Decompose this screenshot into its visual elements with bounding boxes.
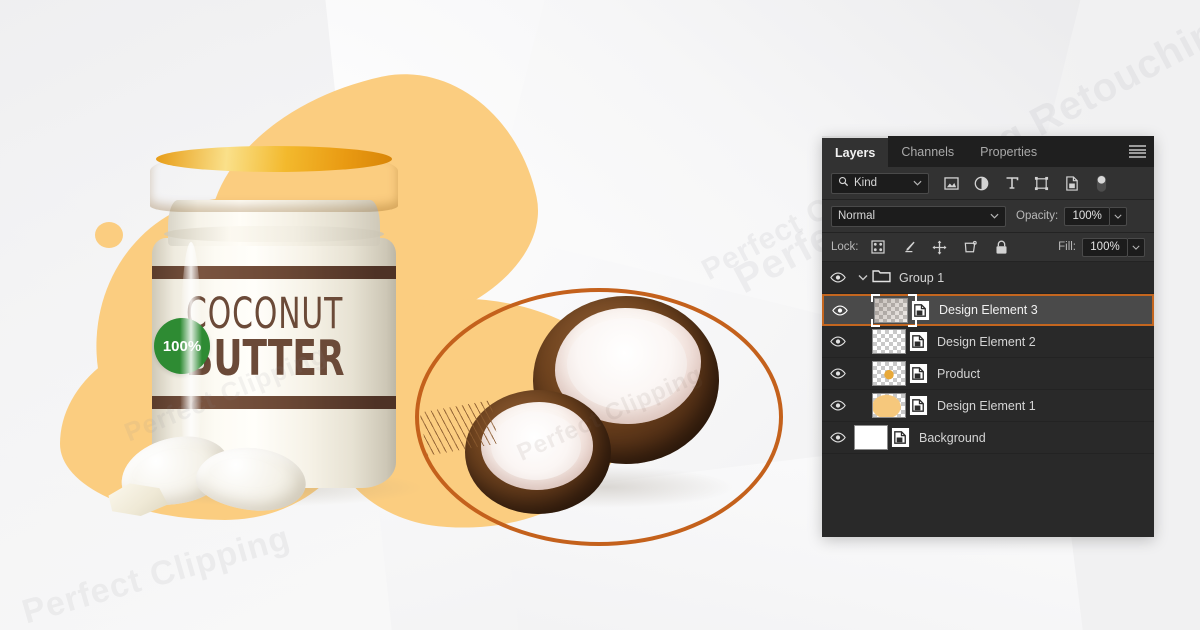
adjustment-layer-filter-icon[interactable] <box>973 175 990 192</box>
filter-type-icons <box>943 174 1110 192</box>
layer-name: Design Element 2 <box>937 334 1036 349</box>
smart-object-badge-icon <box>908 331 928 353</box>
blend-mode-select[interactable]: Normal <box>831 205 1006 227</box>
opacity-input[interactable]: 100% <box>1064 206 1111 226</box>
layer-thumbnail-wrap <box>854 425 910 450</box>
fill-label: Fill: <box>1058 241 1076 253</box>
visibility-toggle-eye-icon[interactable] <box>822 368 854 379</box>
visibility-toggle-eye-icon[interactable] <box>822 272 854 283</box>
layer-thumbnail-wrap <box>872 361 928 386</box>
filter-kind-label: Kind <box>854 177 878 189</box>
visibility-toggle-eye-icon[interactable] <box>822 432 854 443</box>
jar-label-band-top <box>152 266 396 279</box>
layer-thumbnail-wrap <box>872 393 928 418</box>
lock-row: Lock: Fill: 100% <box>822 233 1154 262</box>
hamburger-menu-icon[interactable] <box>1129 145 1146 158</box>
lock-icon-group <box>870 239 1010 255</box>
shape-layer-filter-icon[interactable] <box>1033 175 1050 192</box>
filter-kind-select[interactable]: Kind <box>831 172 929 194</box>
smart-object-filter-icon[interactable] <box>1063 175 1080 192</box>
fill-stepper-chevron-down-icon[interactable] <box>1128 237 1145 257</box>
search-icon <box>838 176 849 190</box>
folder-icon <box>872 268 891 288</box>
lock-position-icon[interactable] <box>932 239 948 255</box>
lock-label: Lock: <box>831 241 859 253</box>
visibility-toggle-eye-icon[interactable] <box>824 304 856 316</box>
layer-thumbnail <box>874 297 908 323</box>
layer-row-product[interactable]: Product <box>822 358 1154 390</box>
chevron-down-icon <box>913 177 922 189</box>
ellipse-annotation <box>415 288 783 546</box>
tab-properties[interactable]: Properties <box>967 136 1050 167</box>
opacity-label: Opacity: <box>1016 210 1059 222</box>
layer-row-design-element-1[interactable]: Design Element 1 <box>822 390 1154 422</box>
tab-layers[interactable]: Layers <box>822 136 889 167</box>
jar-label-band-bottom <box>152 396 396 409</box>
lock-image-pixels-icon[interactable] <box>901 239 917 255</box>
tab-channels[interactable]: Channels <box>888 136 967 167</box>
layer-thumbnail-wrap <box>872 329 928 354</box>
layers-panel: Layers Channels Properties Kind Normal O… <box>822 136 1154 537</box>
filter-toggle-switch-icon[interactable] <box>1093 174 1110 192</box>
layer-thumbnail <box>872 361 906 386</box>
blend-mode-row: Normal Opacity: 100% <box>822 200 1154 233</box>
smart-object-badge-icon <box>910 299 930 321</box>
layer-thumbnail <box>872 329 906 354</box>
coconut-halves-group <box>415 288 785 548</box>
type-layer-filter-icon[interactable] <box>1003 175 1020 192</box>
layer-thumbnail <box>854 425 888 450</box>
layer-row-group-1[interactable]: Group 1 <box>822 262 1154 294</box>
layer-row-design-element-3[interactable]: Design Element 3 <box>822 293 1154 327</box>
layers-list: Group 1 Design Element 3 Design Element … <box>822 262 1154 454</box>
group-expand-chevron-down-icon[interactable] <box>854 274 872 281</box>
decorative-blob-3 <box>95 222 123 248</box>
chevron-down-icon <box>990 210 999 222</box>
opacity-stepper-chevron-down-icon[interactable] <box>1110 206 1128 226</box>
lock-transparent-pixels-icon[interactable] <box>870 239 886 255</box>
lock-artboard-nesting-icon[interactable] <box>963 239 979 255</box>
layer-name: Design Element 1 <box>937 398 1036 413</box>
smart-object-badge-icon <box>890 427 910 449</box>
visibility-toggle-eye-icon[interactable] <box>822 336 854 347</box>
layer-thumbnail-wrap <box>871 293 930 327</box>
jar-neck-ring <box>164 226 384 242</box>
blend-mode-value: Normal <box>838 210 876 222</box>
pixel-layer-filter-icon[interactable] <box>943 175 960 192</box>
layer-row-background[interactable]: Background <box>822 422 1154 454</box>
fill-input[interactable]: 100% <box>1082 237 1128 257</box>
panel-tab-bar: Layers Channels Properties <box>822 136 1154 167</box>
smart-object-badge-icon <box>908 363 928 385</box>
layer-name: Design Element 3 <box>939 303 1038 317</box>
layer-name: Group 1 <box>899 270 945 285</box>
layer-filter-row: Kind <box>822 167 1154 200</box>
hundred-percent-badge: 100% <box>154 318 210 374</box>
layer-name: Product <box>937 366 981 381</box>
jar-lid-top <box>156 146 392 172</box>
layer-thumbnail <box>872 393 906 418</box>
layer-row-design-element-2[interactable]: Design Element 2 <box>822 326 1154 358</box>
label-line-butter: BUTTER <box>186 329 345 387</box>
smart-object-badge-icon <box>908 395 928 417</box>
layer-name: Background <box>919 430 986 445</box>
visibility-toggle-eye-icon[interactable] <box>822 400 854 411</box>
lock-all-icon[interactable] <box>994 239 1010 255</box>
